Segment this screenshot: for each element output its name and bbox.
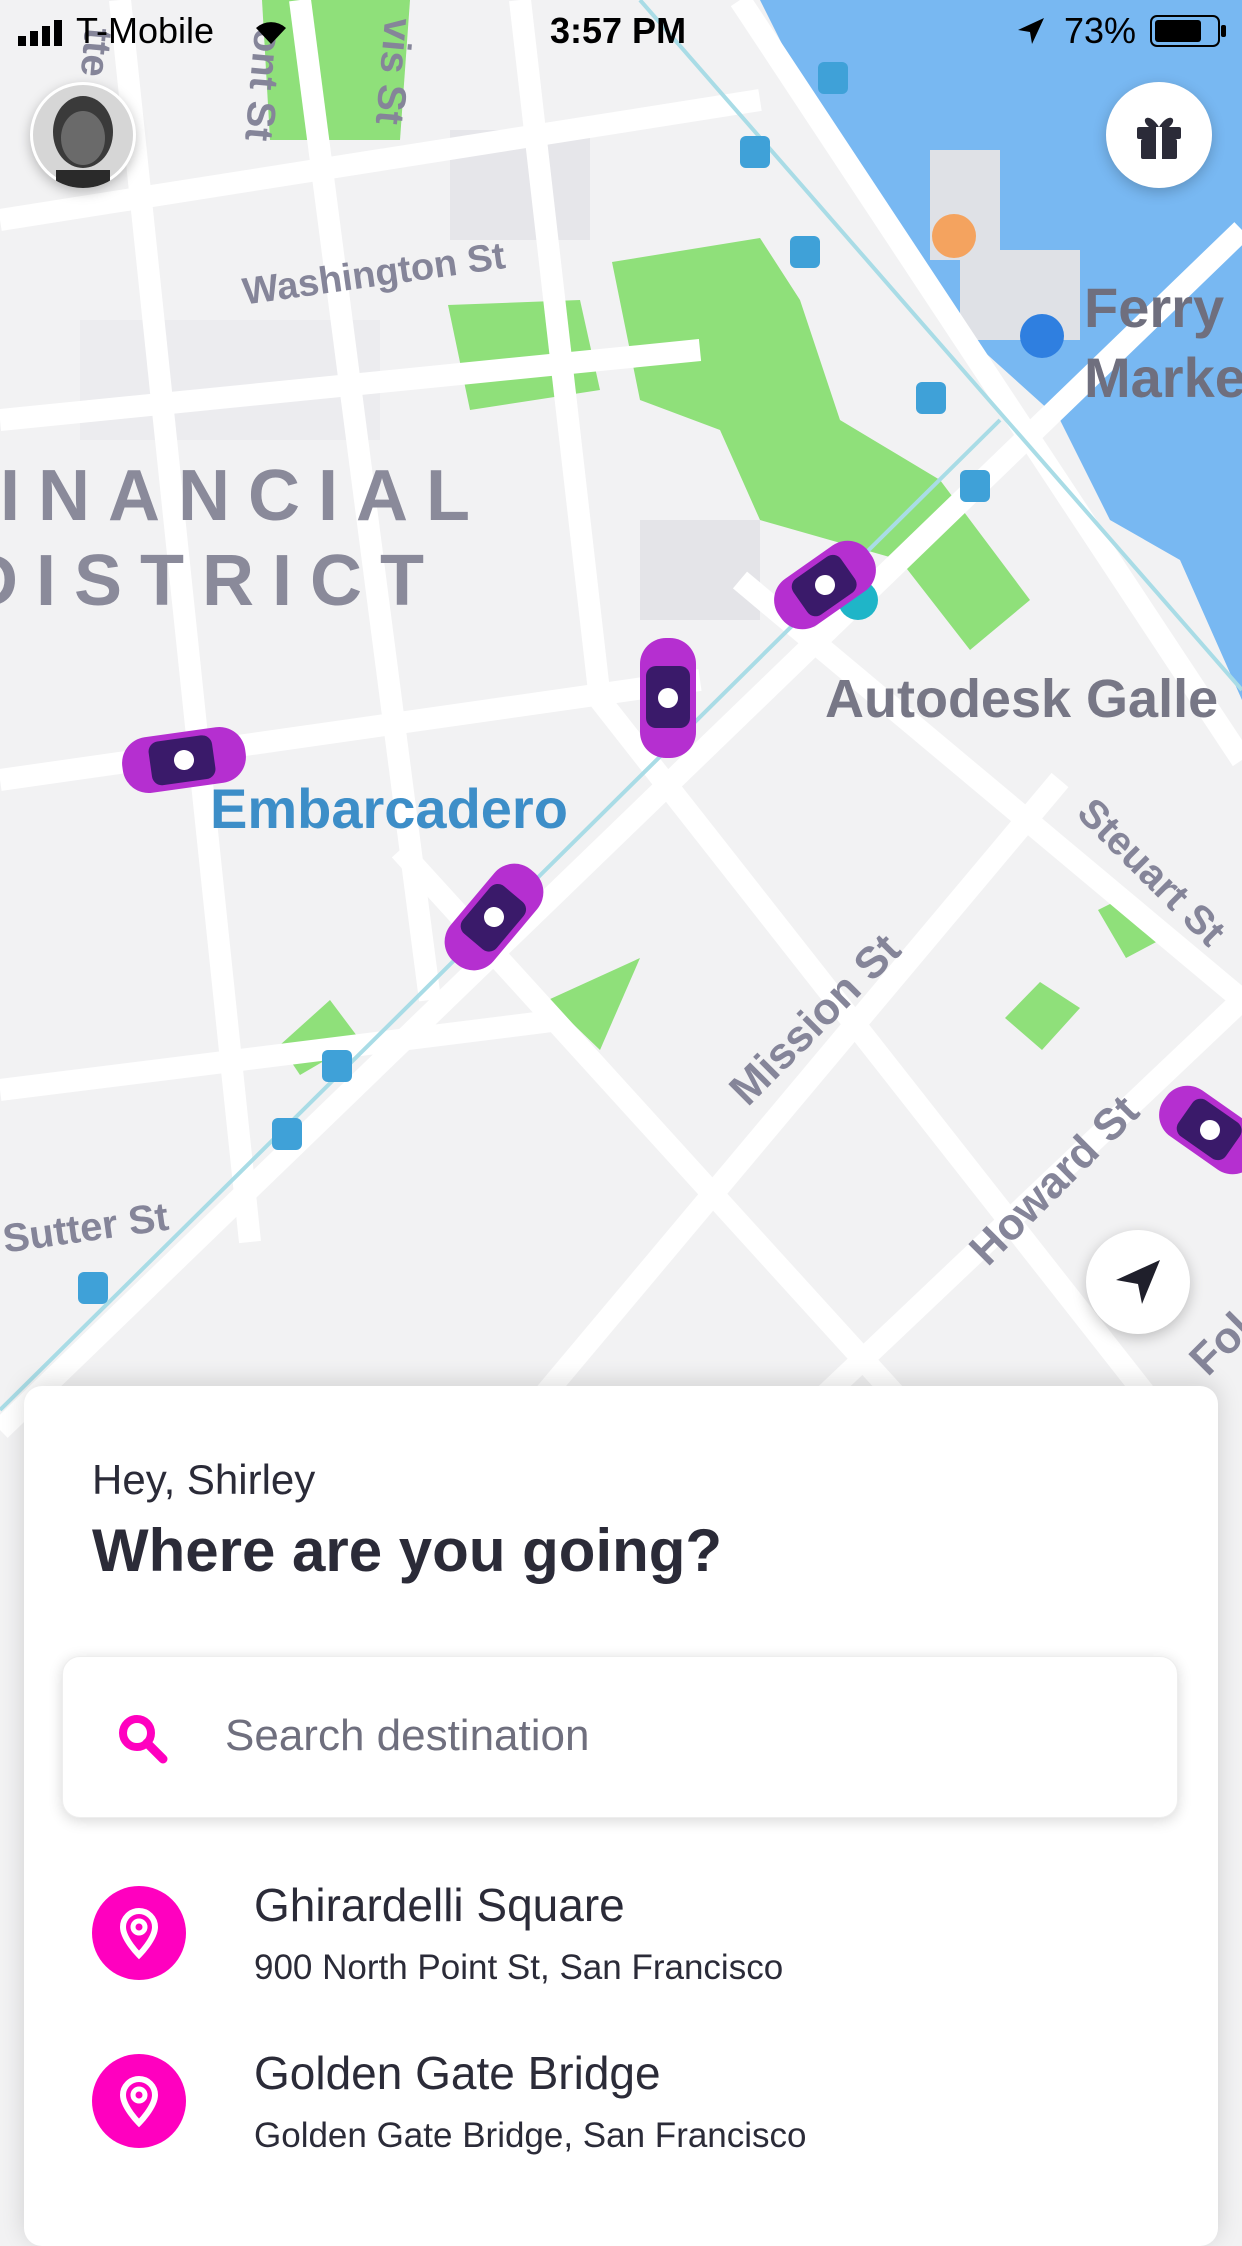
avatar-image: [33, 85, 133, 188]
search-input[interactable]: Search destination: [62, 1656, 1178, 1818]
destination-sheet: Hey, Shirley Where are you going? Search…: [24, 1386, 1218, 2246]
destination-address: Golden Gate Bridge, San Francisco: [254, 2116, 807, 2155]
location-arrow-icon: [1116, 1260, 1160, 1304]
avatar[interactable]: [30, 82, 136, 188]
wifi-icon: [256, 22, 286, 44]
recenter-location-button[interactable]: [1086, 1230, 1190, 1334]
status-bar: T-Mobile 3:57 PM 73%: [0, 0, 1242, 62]
location-pin-icon: [92, 1886, 186, 1980]
destination-name: Ghirardelli Square: [254, 1879, 625, 1931]
destination-address: 900 North Point St, San Francisco: [254, 1948, 784, 1987]
location-services-icon: [1018, 18, 1044, 44]
district-label: INANCIAL: [0, 456, 488, 536]
signal-icon: [18, 20, 62, 46]
place-label-autodesk[interactable]: Autodesk Galle: [825, 668, 1218, 730]
recent-destination-item[interactable]: Golden Gate Bridge Golden Gate Bridge, S…: [92, 2044, 1192, 2174]
search-icon: [119, 1715, 168, 1764]
clock: 3:57 PM: [550, 10, 687, 51]
place-label-ferry[interactable]: Marke: [1084, 345, 1242, 410]
restaurant-marker[interactable]: [932, 214, 976, 258]
recent-destination-item[interactable]: Ghirardelli Square 900 North Point St, S…: [92, 1876, 1192, 2006]
gift-button[interactable]: [1106, 82, 1212, 188]
gift-icon: [1137, 117, 1181, 159]
battery-percent: 73%: [1064, 10, 1137, 51]
battery-icon: [1150, 15, 1226, 47]
greeting-text: Hey, Shirley: [92, 1456, 316, 1503]
destination-name: Golden Gate Bridge: [254, 2047, 661, 2099]
search-placeholder: Search destination: [225, 1711, 590, 1760]
district-label: DISTRICT: [0, 541, 442, 621]
sheet-title: Where are you going?: [92, 1517, 723, 1584]
location-pin-icon: [92, 2054, 186, 2148]
place-label-ferry[interactable]: Ferry: [1084, 275, 1224, 340]
carrier-label: T-Mobile: [76, 10, 215, 51]
shopping-marker[interactable]: [1020, 314, 1064, 358]
place-label-embarcadero[interactable]: Embarcadero: [210, 776, 568, 841]
